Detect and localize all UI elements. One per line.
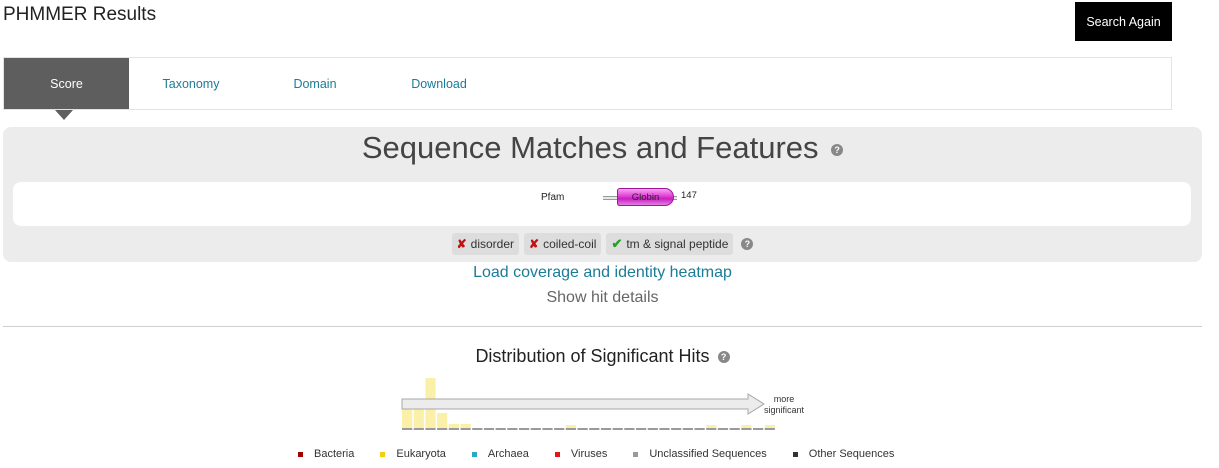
histogram-baseline (472, 428, 483, 430)
legend-label: Unclassified Sequences (649, 448, 767, 460)
sequence-length: 147 (681, 190, 697, 201)
histogram-baseline (460, 428, 471, 430)
histogram-bar (706, 425, 717, 428)
histogram-baseline (507, 428, 518, 430)
histogram-baseline (636, 428, 647, 430)
distribution-heading: Distribution of Significant Hits ? (0, 346, 1205, 367)
histogram-baseline (413, 428, 424, 430)
domain-track: Pfam Globin 147 (13, 182, 1191, 226)
histogram-baseline (589, 428, 600, 430)
question-icon[interactable]: ? (741, 238, 754, 250)
arrow-label-more: more (774, 394, 795, 404)
significance-arrow (401, 393, 765, 415)
legend-label: Archaea (487, 448, 529, 460)
legend-item-unclassified: Unclassified Sequences (633, 448, 767, 460)
disorder-badge[interactable]: ✘ disorder (451, 233, 520, 255)
histogram-baseline (565, 428, 576, 430)
check-icon: ✔ (611, 236, 623, 251)
histogram-bar (437, 413, 448, 428)
tab-score[interactable]: Score (4, 58, 129, 109)
histogram-baseline (671, 428, 682, 430)
histogram-baseline (647, 428, 658, 430)
legend-item-bacteria: Bacteria (298, 448, 354, 460)
histogram-baseline (624, 428, 635, 430)
histogram-baseline (542, 428, 553, 430)
histogram-baseline (402, 428, 413, 430)
features-panel: Sequence Matches and Features ? Pfam Glo… (3, 127, 1202, 262)
histogram-baseline (530, 428, 541, 430)
legend-swatch (471, 451, 477, 457)
histogram-bar (460, 424, 471, 428)
arrow-label-significant: significant (764, 405, 805, 415)
tab-download[interactable]: Download (377, 58, 501, 109)
histogram-baseline (729, 428, 740, 430)
cross-icon: ✘ (456, 237, 467, 251)
pfam-label: Pfam (541, 192, 565, 203)
legend-label: Other Sequences (808, 448, 895, 460)
question-icon[interactable]: ? (717, 351, 730, 364)
histogram-baseline (577, 428, 588, 430)
tm-signal-peptide-badge[interactable]: ✔ tm & signal peptide (606, 233, 734, 255)
legend-label: Bacteria (314, 448, 355, 460)
histogram-baseline (764, 428, 775, 430)
legend-item-other: Other Sequences (792, 448, 895, 460)
active-tab-pointer (55, 110, 73, 120)
distribution-title: Distribution of Significant Hits (475, 346, 710, 366)
question-icon[interactable]: ? (831, 143, 844, 156)
histogram-bar (764, 425, 775, 428)
histogram-baseline (600, 428, 612, 430)
legend-label: Viruses (570, 448, 608, 460)
legend-item-eukaryota: Eukaryota (380, 448, 446, 460)
histogram-baseline (682, 428, 693, 430)
search-again-button[interactable]: Search Again (1075, 2, 1172, 41)
section-divider (3, 326, 1202, 327)
legend-item-viruses: Viruses (554, 448, 608, 460)
histogram-bar (565, 425, 576, 428)
legend-swatch (633, 451, 639, 457)
histogram-baseline (706, 428, 717, 430)
cross-icon: ✘ (529, 237, 540, 251)
results-tabs: Score Taxonomy Domain Download (3, 57, 1172, 110)
histogram-baseline (741, 428, 752, 430)
coiled-coil-label: coiled-coil (543, 237, 597, 251)
disorder-label: disorder (470, 237, 515, 251)
load-heatmap-link[interactable]: Load coverage and identity heatmap (0, 264, 1205, 282)
feature-badges: ✘ disorder ✘ coiled-coil ✔ tm & signal p… (3, 233, 1202, 255)
histogram-baseline (659, 428, 670, 430)
legend-item-archaea: Archaea (471, 448, 529, 460)
show-hit-details-link[interactable]: Show hit details (0, 289, 1205, 307)
legend-swatch (792, 451, 798, 457)
histogram-baseline (495, 428, 506, 430)
distribution-chart: more significant (401, 378, 805, 430)
taxonomy-legend: Bacteria Eukaryota Archaea Viruses Uncla… (298, 448, 920, 460)
features-heading: Sequence Matches and Features ? (3, 130, 1202, 166)
histogram-baseline (694, 428, 705, 430)
tab-taxonomy[interactable]: Taxonomy (129, 58, 253, 109)
globin-domain[interactable]: Globin (617, 188, 674, 206)
histogram-baseline (612, 428, 623, 430)
legend-swatch (298, 451, 303, 457)
histogram-baseline (753, 428, 764, 430)
page-title: PHMMER Results (3, 4, 157, 25)
histogram-baseline (483, 428, 495, 430)
histogram-baseline (448, 428, 459, 430)
histogram-baseline (437, 428, 448, 430)
legend-swatch (380, 451, 386, 457)
legend-swatch (554, 451, 560, 457)
histogram-baseline (425, 428, 436, 430)
tab-domain[interactable]: Domain (253, 58, 377, 109)
histogram-bar (741, 425, 752, 428)
histogram-baseline (519, 428, 530, 430)
coiled-coil-badge[interactable]: ✘ coiled-coil (524, 233, 602, 255)
tm-signal-peptide-label: tm & signal peptide (626, 237, 729, 251)
histogram-bar (448, 424, 459, 428)
histogram-baseline (554, 428, 565, 430)
histogram-baseline (717, 428, 729, 430)
features-title: Sequence Matches and Features (361, 130, 819, 165)
legend-label: Eukaryota (396, 448, 446, 460)
